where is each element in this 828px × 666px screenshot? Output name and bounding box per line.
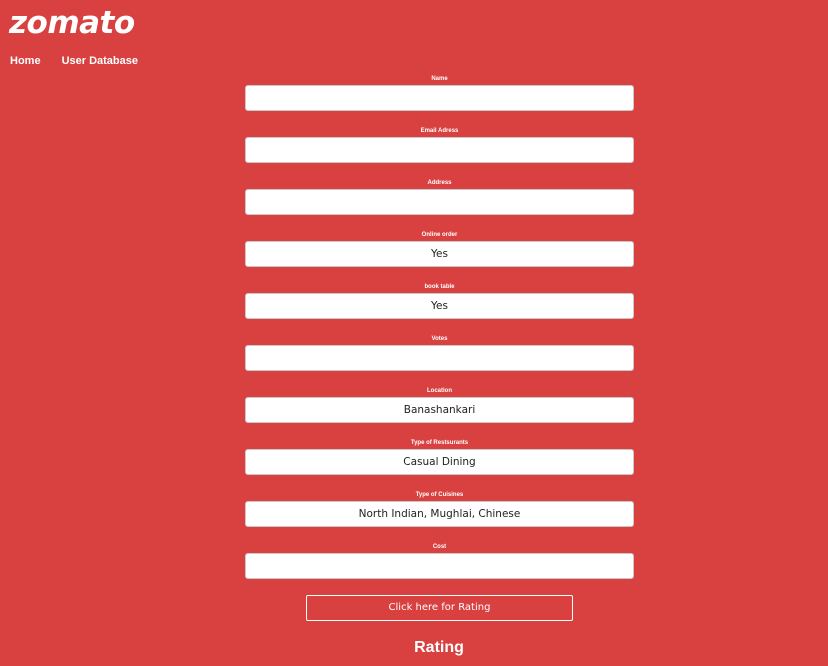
nav-user-database-link[interactable]: User Database	[62, 54, 138, 68]
field-location: Location Banashankari	[245, 386, 634, 438]
top-nav: Home User Database	[10, 54, 138, 68]
field-label: Type of Restsurants	[410, 440, 469, 446]
field-address: Address	[245, 178, 634, 230]
cuisines-select[interactable]: North Indian, Mughlai, Chinese	[245, 501, 634, 527]
votes-input[interactable]	[245, 345, 634, 371]
field-restaurant-type: Type of Restsurants Casual Dining	[245, 438, 634, 490]
get-rating-button[interactable]: Click here for Rating	[306, 595, 573, 621]
field-online-order: Online order Yes	[245, 230, 634, 282]
field-label: Name	[431, 76, 448, 82]
book-table-select[interactable]: Yes	[245, 293, 634, 319]
field-label: Address	[427, 180, 452, 186]
field-votes: Votes	[245, 334, 634, 386]
field-cuisines: Type of Cuisines North Indian, Mughlai, …	[245, 490, 634, 542]
nav-home-link[interactable]: Home	[10, 54, 41, 68]
field-email: Email Adress	[245, 126, 634, 178]
field-label: Type of Cuisines	[415, 492, 464, 498]
online-order-select[interactable]: Yes	[245, 241, 634, 267]
field-label: Cost	[432, 544, 447, 550]
page: zomato Home User Database Name Email Adr…	[0, 0, 828, 666]
field-book-table: book table Yes	[245, 282, 634, 334]
restaurant-form: Name Email Adress Address Online order Y…	[245, 74, 634, 594]
restaurant-type-select[interactable]: Casual Dining	[245, 449, 634, 475]
field-label: Online order	[421, 232, 458, 238]
field-name: Name	[245, 74, 634, 126]
field-label: book table	[424, 284, 455, 290]
address-input[interactable]	[245, 189, 634, 215]
cost-input[interactable]	[245, 553, 634, 579]
field-label: Email Adress	[420, 128, 459, 134]
email-input[interactable]	[245, 137, 634, 163]
rating-heading: Rating	[414, 639, 464, 656]
field-cost: Cost	[245, 542, 634, 594]
zomato-logo[interactable]: zomato	[9, 3, 135, 43]
field-label: Votes	[431, 336, 448, 342]
location-select[interactable]: Banashankari	[245, 397, 634, 423]
field-label: Location	[427, 388, 452, 394]
name-input[interactable]	[245, 85, 634, 111]
